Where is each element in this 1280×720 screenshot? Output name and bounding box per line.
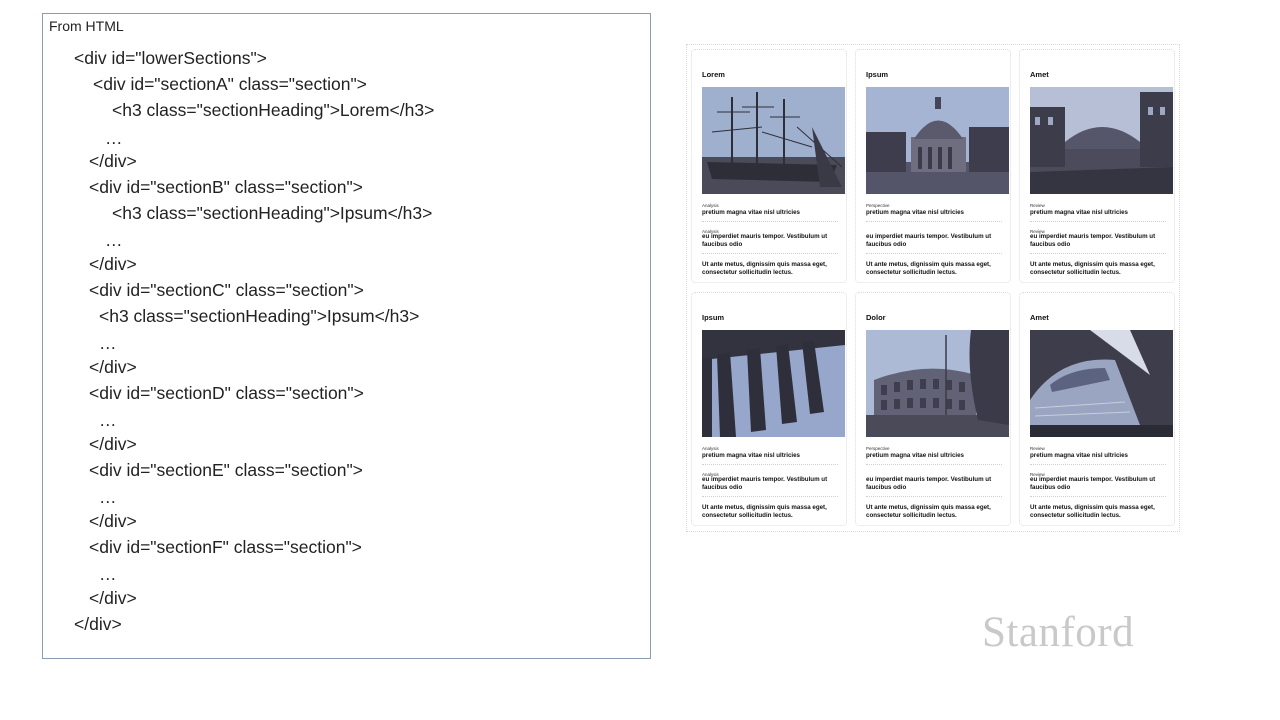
section-card: Lorem Analysis pretium magna vitae nisl u… [691,49,847,283]
item-divider [866,253,1002,254]
item-label: Review [1030,446,1045,451]
section-card: Ipsum Analysis pretium magna vitae nisl u… [691,292,847,526]
item-text: pretium magna vitae nisl ultricies [702,452,800,459]
item-text: pretium magna vitae nisl ultricies [702,209,800,216]
code-panel: From HTML <div id="lowerSections"> <div i… [42,13,651,659]
item-text: Ut ante metus, dignissim quis massa eget… [702,261,827,276]
item-label: Perspective [866,203,890,208]
colosseum-photo [866,330,1009,437]
stanford-logo: Stanford [982,609,1135,656]
item-text: eu imperdiet mauris tempor. Vestibulum u… [866,476,992,491]
item-divider [866,496,1002,497]
item-divider [866,221,1002,222]
item-divider [1030,221,1166,222]
canal-photo [1030,87,1173,194]
code-line: </div> [89,151,137,171]
code-line: </div> [89,254,137,274]
section-heading: Lorem [702,70,725,79]
code-line: <div id="lowerSections"> [74,48,267,68]
item-text: pretium magna vitae nisl ultricies [1030,452,1128,459]
panel-title: From HTML [49,18,124,34]
item-label: Analysis [702,446,719,451]
code-line: <div id="sectionC" class="section"> [89,280,364,300]
section-card: Amet Review pretium magna vitae nisl ultr… [1019,49,1175,283]
code-line: <div id="sectionA" class="section"> [93,74,367,94]
item-text: Ut ante metus, dignissim quis massa eget… [1030,504,1155,519]
item-divider [702,496,838,497]
item-text: Ut ante metus, dignissim quis massa eget… [1030,261,1155,276]
code-line: <h3 class="sectionHeading">Lorem</h3> [112,100,435,120]
section-card: Amet Review pretium magna vitae nisl ultr… [1019,292,1175,526]
train-photo [1030,330,1173,437]
code-line: … [99,487,117,507]
item-text: pretium magna vitae nisl ultricies [866,209,964,216]
code-line: </div> [74,614,122,634]
item-label: Analysis [702,203,719,208]
section-heading: Ipsum [866,70,889,79]
code-line: </div> [89,588,137,608]
item-label: Perspective [866,446,890,451]
ships-photo [702,87,845,194]
code-line: <div id="sectionF" class="section"> [89,537,362,557]
code-line: <div id="sectionD" class="section"> [89,383,364,403]
section-heading: Amet [1030,70,1049,79]
item-divider [1030,496,1166,497]
code-line: <h3 class="sectionHeading">Ipsum</h3> [112,203,433,223]
section-card: Ipsum Perspective pretium magna vitae nis… [855,49,1011,283]
section-heading: Amet [1030,313,1049,322]
code-line: </div> [89,434,137,454]
item-divider [1030,253,1166,254]
code-line: … [99,410,117,430]
item-text: Ut ante metus, dignissim quis massa eget… [702,504,827,519]
item-divider [702,464,838,465]
item-text: eu imperdiet mauris tempor. Vestibulum u… [866,233,992,248]
item-text: eu imperdiet mauris tempor. Vestibulum u… [702,233,828,248]
item-text: Ut ante metus, dignissim quis massa eget… [866,504,991,519]
section-heading: Ipsum [702,313,725,322]
item-divider [702,253,838,254]
code-line: <div id="sectionE" class="section"> [89,460,363,480]
code-line: </div> [89,357,137,377]
columns-photo [702,330,845,437]
item-text: eu imperdiet mauris tempor. Vestibulum u… [1030,476,1156,491]
item-text: eu imperdiet mauris tempor. Vestibulum u… [702,476,828,491]
code-line: … [99,564,117,584]
item-divider [866,464,1002,465]
item-label: Review [1030,203,1045,208]
item-text: Ut ante metus, dignissim quis massa eget… [866,261,991,276]
code-line: </div> [89,511,137,531]
code-line: … [105,230,123,250]
item-divider [702,221,838,222]
code-line: … [105,128,123,148]
code-line: <h3 class="sectionHeading">Ipsum</h3> [99,306,420,326]
item-text: pretium magna vitae nisl ultricies [1030,209,1128,216]
item-text: eu imperdiet mauris tempor. Vestibulum u… [1030,233,1156,248]
item-divider [1030,464,1166,465]
code-line: <div id="sectionB" class="section"> [89,177,363,197]
section-card: Dolor Perspective pretium magna vitae nis… [855,292,1011,526]
dome-photo [866,87,1009,194]
item-text: pretium magna vitae nisl ultricies [866,452,964,459]
page-mockup: Lorem Analysis pretium magna vitae nisl u… [686,44,1180,532]
section-heading: Dolor [866,313,886,322]
code-line: … [99,333,117,353]
